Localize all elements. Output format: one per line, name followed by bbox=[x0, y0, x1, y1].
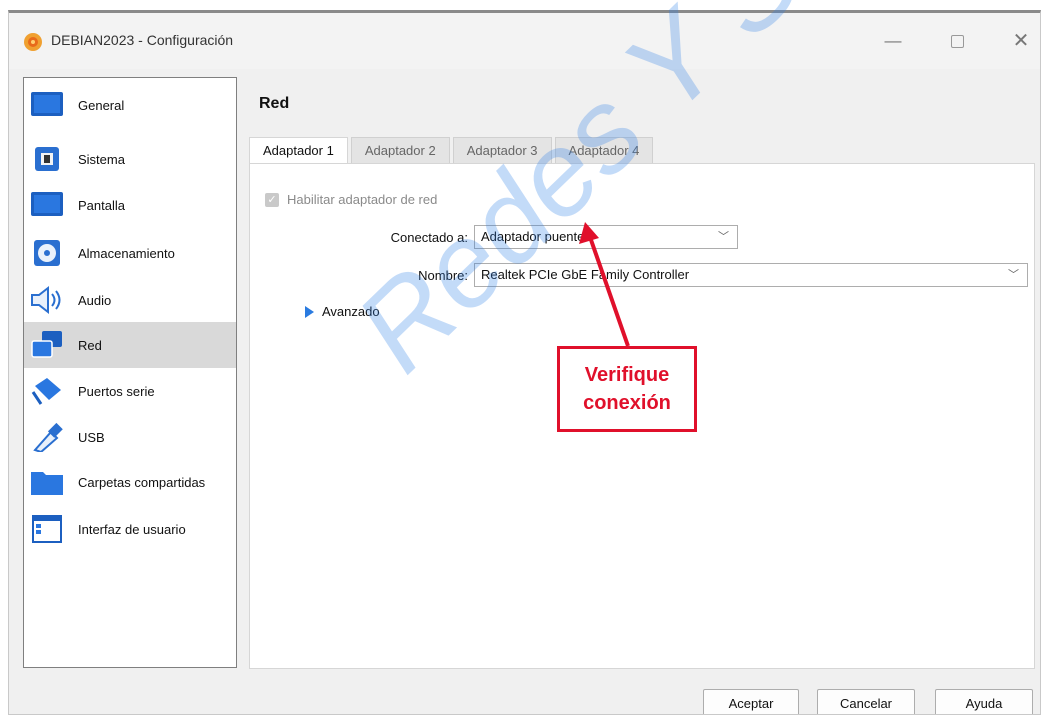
close-button[interactable]: ✕ bbox=[1007, 28, 1035, 54]
sidebar-item-label: Almacenamiento bbox=[78, 245, 175, 261]
advanced-toggle[interactable]: Avanzado bbox=[305, 304, 380, 319]
enable-adapter-label: Habilitar adaptador de red bbox=[287, 192, 438, 207]
settings-window: DEBIAN2023 - Configuración — ✕ General S… bbox=[8, 10, 1041, 715]
annotation-line1: Verifique bbox=[584, 364, 670, 386]
monitor-icon bbox=[30, 88, 64, 122]
annotation-callout: Verifique conexión bbox=[557, 346, 697, 432]
expand-triangle-icon bbox=[305, 305, 314, 318]
speaker-icon bbox=[30, 283, 64, 317]
connected-to-select[interactable]: Adaptador puente ﹀ bbox=[474, 225, 738, 249]
title-bar: DEBIAN2023 - Configuración — ✕ bbox=[9, 13, 1040, 69]
adapter-tabs: Adaptador 1 Adaptador 2 Adaptador 3 Adap… bbox=[249, 137, 656, 165]
sidebar-item-pantalla[interactable]: Pantalla bbox=[24, 182, 236, 228]
annotation-line2: conexión bbox=[583, 392, 671, 414]
page-title: Red bbox=[259, 95, 290, 112]
sidebar-item-almacenamiento[interactable]: Almacenamiento bbox=[24, 230, 236, 276]
sidebar-item-label: Carpetas compartidas bbox=[78, 474, 206, 490]
tab-adaptador-1[interactable]: Adaptador 1 bbox=[249, 137, 348, 165]
sidebar-item-label: Pantalla bbox=[78, 197, 125, 213]
usb-icon bbox=[30, 420, 64, 454]
sidebar-item-puertos-serie[interactable]: Puertos serie bbox=[24, 368, 236, 414]
sidebar-item-label: Red bbox=[78, 337, 102, 353]
sidebar-item-red[interactable]: Red bbox=[24, 322, 236, 368]
sidebar-item-audio[interactable]: Audio bbox=[24, 277, 236, 323]
sidebar-item-general[interactable]: General bbox=[24, 82, 236, 128]
sidebar-item-interfaz-de-usuario[interactable]: Interfaz de usuario bbox=[24, 506, 236, 552]
adapter-name-select[interactable]: Realtek PCIe GbE Family Controller ﹀ bbox=[474, 263, 1028, 287]
virtualbox-app-icon bbox=[24, 33, 42, 51]
sidebar-item-label: Interfaz de usuario bbox=[78, 521, 186, 537]
sidebar-item-label: Audio bbox=[78, 292, 112, 308]
sidebar-item-label: General bbox=[78, 97, 125, 113]
chevron-down-icon: ﹀ bbox=[1008, 269, 1019, 281]
window-icon bbox=[30, 512, 64, 546]
name-label: Nombre: bbox=[418, 268, 468, 283]
sidebar-item-usb[interactable]: USB bbox=[24, 414, 236, 460]
chip-icon bbox=[30, 142, 64, 176]
connected-to-value: Adaptador puente bbox=[481, 229, 585, 244]
minimize-button[interactable]: — bbox=[879, 28, 907, 54]
disk-icon bbox=[30, 236, 64, 270]
sidebar-item-label: USB bbox=[78, 429, 105, 445]
network-icon bbox=[30, 328, 64, 362]
adapter-name-value: Realtek PCIe GbE Family Controller bbox=[481, 267, 690, 282]
cancel-button[interactable]: Cancelar bbox=[817, 689, 915, 714]
advanced-label: Avanzado bbox=[322, 304, 380, 319]
sidebar-item-sistema[interactable]: Sistema bbox=[24, 136, 236, 182]
folder-icon bbox=[30, 465, 64, 499]
accept-button[interactable]: Aceptar bbox=[703, 689, 799, 714]
connected-to-label: Conectado a: bbox=[390, 230, 468, 245]
sidebar-item-label: Sistema bbox=[78, 151, 125, 167]
sidebar-item-carpetas-compartidas[interactable]: Carpetas compartidas bbox=[24, 459, 236, 505]
enable-adapter-checkbox[interactable]: ✓ Habilitar adaptador de red bbox=[265, 192, 437, 207]
help-button[interactable]: Ayuda bbox=[935, 689, 1033, 714]
window-title: DEBIAN2023 - Configuración bbox=[51, 32, 234, 48]
serial-port-icon bbox=[30, 374, 64, 408]
checkmark-icon: ✓ bbox=[265, 192, 279, 207]
tab-adaptador-2[interactable]: Adaptador 2 bbox=[350, 137, 450, 163]
dialog-button-bar: Aceptar Cancelar Ayuda bbox=[9, 673, 1040, 714]
display-icon bbox=[30, 188, 64, 222]
chevron-down-icon: ﹀ bbox=[718, 231, 729, 243]
sidebar-item-label: Puertos serie bbox=[78, 383, 155, 399]
maximize-button[interactable] bbox=[943, 28, 971, 54]
settings-sidebar: General Sistema Pantalla Almacenamiento … bbox=[23, 77, 237, 668]
tab-adaptador-4[interactable]: Adaptador 4 bbox=[554, 137, 654, 163]
tab-adaptador-3[interactable]: Adaptador 3 bbox=[452, 137, 552, 163]
